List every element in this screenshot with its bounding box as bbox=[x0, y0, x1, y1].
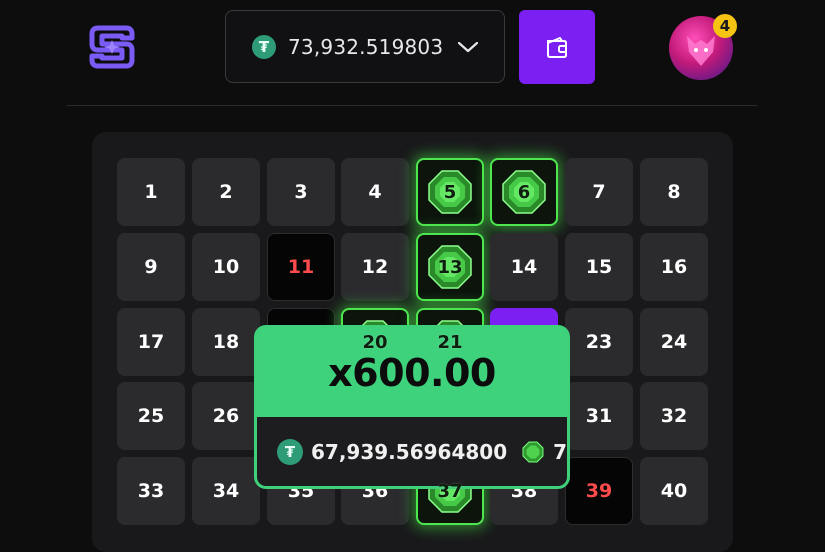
board-tile-14[interactable]: 14 bbox=[490, 233, 558, 301]
win-payout: 67,939.56964800 bbox=[311, 439, 508, 464]
tile-number: 39 bbox=[585, 480, 613, 502]
board-tile-34[interactable]: 34 bbox=[192, 457, 260, 525]
wallet-button[interactable] bbox=[519, 10, 595, 84]
board-tile-10[interactable]: 10 bbox=[192, 233, 260, 301]
site-logo[interactable] bbox=[88, 22, 136, 72]
board-tile-39[interactable]: 39 bbox=[565, 457, 633, 525]
board-tile-25[interactable]: 25 bbox=[117, 382, 185, 450]
tile-number: 11 bbox=[287, 256, 315, 278]
board-tile-26[interactable]: 26 bbox=[192, 382, 260, 450]
tile-number: 24 bbox=[660, 331, 688, 353]
tile-number: 9 bbox=[144, 256, 158, 278]
win-popup: x600.00 ₮ 67,939.56964800 7 bbox=[254, 325, 570, 489]
tile-number: 5 bbox=[443, 181, 457, 203]
tile-number: 16 bbox=[660, 256, 688, 278]
tile-number: 2 bbox=[219, 181, 233, 203]
tile-number: 23 bbox=[585, 331, 613, 353]
tile-number: 7 bbox=[592, 181, 606, 203]
tile-number: 17 bbox=[137, 331, 165, 353]
tile-number: 33 bbox=[137, 480, 165, 502]
chevron-down-icon bbox=[458, 41, 479, 52]
board-tile-33[interactable]: 33 bbox=[117, 457, 185, 525]
tile-number: 31 bbox=[585, 405, 613, 427]
win-popup-details: ₮ 67,939.56964800 7 bbox=[257, 417, 567, 486]
win-multiplier: x600.00 bbox=[328, 350, 496, 395]
board-tile-5[interactable]: 5 bbox=[416, 158, 484, 226]
board-tile-4[interactable]: 4 bbox=[341, 158, 409, 226]
tile-number: 25 bbox=[137, 405, 165, 427]
tile-number: 20 bbox=[362, 331, 388, 353]
gem-count: 7 bbox=[553, 439, 567, 464]
board-tile-11[interactable]: 11 bbox=[267, 233, 335, 301]
tile-number: 8 bbox=[667, 181, 681, 203]
tile-number: 10 bbox=[212, 256, 240, 278]
board-tile-8[interactable]: 8 bbox=[640, 158, 708, 226]
tile-number: 3 bbox=[294, 181, 308, 203]
board-tile-7[interactable]: 7 bbox=[565, 158, 633, 226]
board-tile-13[interactable]: 13 bbox=[416, 233, 484, 301]
tile-number: 1 bbox=[144, 181, 158, 203]
tile-number: 26 bbox=[212, 405, 240, 427]
tile-number: 32 bbox=[660, 405, 688, 427]
board-tile-3[interactable]: 3 bbox=[267, 158, 335, 226]
tile-number: 37 bbox=[437, 480, 463, 502]
header-divider bbox=[67, 105, 757, 106]
tile-number: 6 bbox=[517, 181, 531, 203]
board-tile-6[interactable]: 6 bbox=[490, 158, 558, 226]
board-tile-2[interactable]: 2 bbox=[192, 158, 260, 226]
tile-number: 34 bbox=[212, 480, 240, 502]
board-tile-9[interactable]: 9 bbox=[117, 233, 185, 301]
user-avatar[interactable]: 4 bbox=[669, 14, 737, 80]
board-tile-18[interactable]: 18 bbox=[192, 308, 260, 376]
wallet-icon bbox=[547, 37, 567, 58]
tile-number: 15 bbox=[585, 256, 613, 278]
notification-badge: 4 bbox=[713, 14, 737, 38]
board-tile-15[interactable]: 15 bbox=[565, 233, 633, 301]
win-popup-header: x600.00 bbox=[257, 328, 567, 417]
tile-number: 4 bbox=[368, 181, 382, 203]
board-tile-23[interactable]: 23 bbox=[565, 308, 633, 376]
balance-selector[interactable]: ₮ 73,932.519803 bbox=[225, 10, 505, 83]
board-tile-12[interactable]: 12 bbox=[341, 233, 409, 301]
balance-amount: 73,932.519803 bbox=[288, 34, 444, 59]
tile-number: 13 bbox=[437, 256, 463, 278]
tile-number: 14 bbox=[510, 256, 538, 278]
board-tile-40[interactable]: 40 bbox=[640, 457, 708, 525]
tether-coin-icon: ₮ bbox=[277, 438, 303, 465]
emerald-gem-icon bbox=[522, 441, 544, 462]
board-tile-16[interactable]: 16 bbox=[640, 233, 708, 301]
tether-coin-icon: ₮ bbox=[252, 34, 276, 59]
board-tile-31[interactable]: 31 bbox=[565, 382, 633, 450]
board-tile-1[interactable]: 1 bbox=[117, 158, 185, 226]
board-tile-24[interactable]: 24 bbox=[640, 308, 708, 376]
tile-number: 21 bbox=[437, 331, 463, 353]
board-tile-17[interactable]: 17 bbox=[117, 308, 185, 376]
board-tile-32[interactable]: 32 bbox=[640, 382, 708, 450]
tile-number: 40 bbox=[660, 480, 688, 502]
tile-number: 18 bbox=[212, 331, 240, 353]
tile-number: 12 bbox=[361, 256, 389, 278]
